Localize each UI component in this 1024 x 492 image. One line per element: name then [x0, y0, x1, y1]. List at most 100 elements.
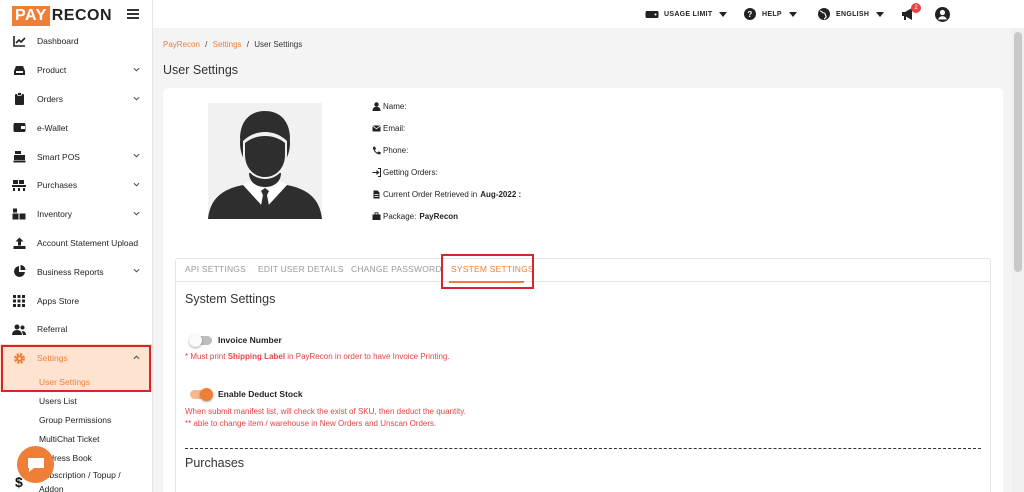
sidebar-subitem-multichat-ticket[interactable]: MultiChat Ticket	[0, 430, 152, 449]
svg-text:?: ?	[747, 10, 752, 19]
toggle-knob	[189, 334, 202, 347]
breadcrumb-separator: /	[246, 40, 249, 49]
tab-change-password[interactable]: CHANGE PASSWORD	[351, 264, 442, 274]
cash-register-icon	[12, 150, 26, 164]
profile-phone-label: Phone:	[383, 146, 409, 155]
profile-order-retrieved: Current Order Retrieved in Aug-2022 :	[372, 190, 521, 199]
invoice-note-suffix: in PayRecon in order to have Invoice Pri…	[287, 352, 450, 361]
briefcase-icon	[372, 212, 381, 220]
section-divider	[185, 448, 981, 449]
chevron-down-icon	[133, 67, 140, 72]
boxes-icon	[12, 207, 26, 221]
caret-down-icon	[876, 11, 885, 17]
sidebar-item-label: Product	[37, 65, 67, 76]
wallet-icon	[12, 121, 26, 135]
system-settings-highlight-box	[441, 254, 534, 289]
sign-in-icon	[372, 168, 381, 177]
scrollbar-thumb[interactable]	[1014, 32, 1022, 272]
globe-icon	[818, 8, 830, 20]
breadcrumb-current: User Settings	[254, 40, 303, 49]
chevron-down-icon	[133, 269, 140, 273]
profile-email: Email:	[372, 124, 405, 133]
invoice-number-toggle[interactable]	[189, 334, 212, 347]
user-circle-icon	[935, 6, 950, 22]
sidebar-item-purchases[interactable]: Purchases	[0, 171, 152, 200]
deduct-stock-toggle[interactable]	[190, 388, 213, 401]
profile-package-label: Package:	[383, 212, 417, 221]
purchases-title: Purchases	[185, 456, 245, 470]
chevron-down-icon	[133, 96, 140, 101]
sidebar-item-label: Orders	[37, 93, 63, 104]
sidebar-item-product[interactable]: Product	[0, 56, 152, 85]
brand-logo[interactable]: PAY RECON	[12, 5, 112, 27]
invoice-number-note: * Must print Shipping Label in PayRecon …	[185, 352, 450, 361]
sidebar-subitem-group-permissions[interactable]: Group Permissions	[0, 411, 152, 430]
page-title: User Settings	[163, 63, 239, 77]
language-dropdown[interactable]: ENGLISH	[818, 0, 885, 28]
breadcrumb-link-settings[interactable]: Settings	[213, 40, 242, 49]
help-label: HELP	[762, 10, 782, 18]
deduct-stock-label: Enable Deduct Stock	[218, 389, 303, 399]
profile-name: Name:	[372, 102, 407, 111]
tab-api-settings[interactable]: API SETTINGS	[185, 264, 246, 274]
profile-name-label: Name:	[383, 102, 407, 111]
sidebar-item-dashboard[interactable]: Dashboard	[0, 27, 152, 56]
inbox-icon	[12, 63, 26, 77]
invoice-number-label: Invoice Number	[218, 335, 282, 345]
settings-tabs-panel	[175, 258, 991, 492]
invoice-note-shipping-label: Shipping Label	[227, 352, 286, 361]
question-circle-icon: ?	[744, 8, 756, 20]
sidebar-subitem-users-list[interactable]: Users List	[0, 392, 152, 411]
sidebar-item-apps-store[interactable]: Apps Store	[0, 286, 152, 315]
sidebar-item-label: Referral	[37, 324, 68, 335]
profile-getting-orders-label: Getting Orders:	[383, 168, 438, 177]
breadcrumb-separator: /	[205, 40, 208, 49]
sidebar-item-orders[interactable]: Orders	[0, 85, 152, 114]
breadcrumb-link-payrecon[interactable]: PayRecon	[163, 40, 200, 49]
chat-bubble-icon	[27, 458, 44, 472]
profile-email-label: Email:	[383, 124, 406, 133]
caret-down-icon	[719, 11, 728, 17]
sidebar-item-business-reports[interactable]: Business Reports	[0, 257, 152, 286]
user-silhouette-icon	[208, 111, 322, 219]
sidebar-item-smart-pos[interactable]: Smart POS	[0, 142, 152, 171]
chart-line-icon	[12, 34, 26, 48]
topbar	[153, 0, 1024, 28]
page-scrollbar[interactable]	[1012, 28, 1024, 492]
sidebar-item-label: Inventory	[37, 209, 72, 220]
logo-pay: PAY	[12, 6, 50, 26]
upload-icon	[12, 236, 26, 250]
toggle-knob	[200, 388, 213, 401]
sidebar-item-label: Smart POS	[37, 151, 80, 162]
user-icon	[372, 102, 381, 111]
hamburger-menu-icon[interactable]	[127, 9, 139, 19]
sidebar-item-label: Business Reports	[37, 266, 104, 277]
sidebar-item-account-statement-upload[interactable]: Account Statement Upload	[0, 229, 152, 258]
invoice-note-prefix: * Must print	[185, 352, 226, 361]
usage-limit-dropdown[interactable]: USAGE LIMIT	[645, 0, 728, 28]
sidebar-item-inventory[interactable]: Inventory	[0, 200, 152, 229]
profile-package: Package: PayRecon	[372, 212, 458, 221]
chevron-down-icon	[133, 154, 140, 158]
sidebar-item-label: Purchases	[37, 180, 78, 191]
file-icon	[373, 190, 380, 199]
help-dropdown[interactable]: ? HELP	[744, 0, 797, 28]
profile-getting-orders: Getting Orders:	[372, 168, 438, 177]
sidebar-item-referral[interactable]: Referral	[0, 315, 152, 344]
profile-order-retrieved-value: Aug-2022 :	[480, 190, 522, 199]
notification-badge: 2	[911, 3, 921, 13]
sidebar-item-label: Apps Store	[37, 295, 80, 306]
sidebar-item-label: e-Wallet	[37, 122, 68, 133]
language-label: ENGLISH	[836, 10, 870, 18]
tab-edit-user-details[interactable]: EDIT USER DETAILS	[258, 264, 344, 274]
phone-icon	[372, 146, 381, 155]
user-account-button[interactable]	[935, 0, 950, 28]
profile-avatar	[208, 103, 322, 219]
usage-limit-label: USAGE LIMIT	[664, 10, 713, 18]
breadcrumb: PayRecon / Settings / User Settings	[163, 40, 302, 49]
dollar-icon: $	[15, 474, 23, 490]
pallet-icon	[12, 178, 26, 192]
sidebar-item-ewallet[interactable]: e-Wallet	[0, 113, 152, 142]
sidebar-item-label: Account Statement Upload	[37, 237, 139, 248]
deduct-stock-note: When submit manifest list, will check th…	[185, 407, 466, 416]
